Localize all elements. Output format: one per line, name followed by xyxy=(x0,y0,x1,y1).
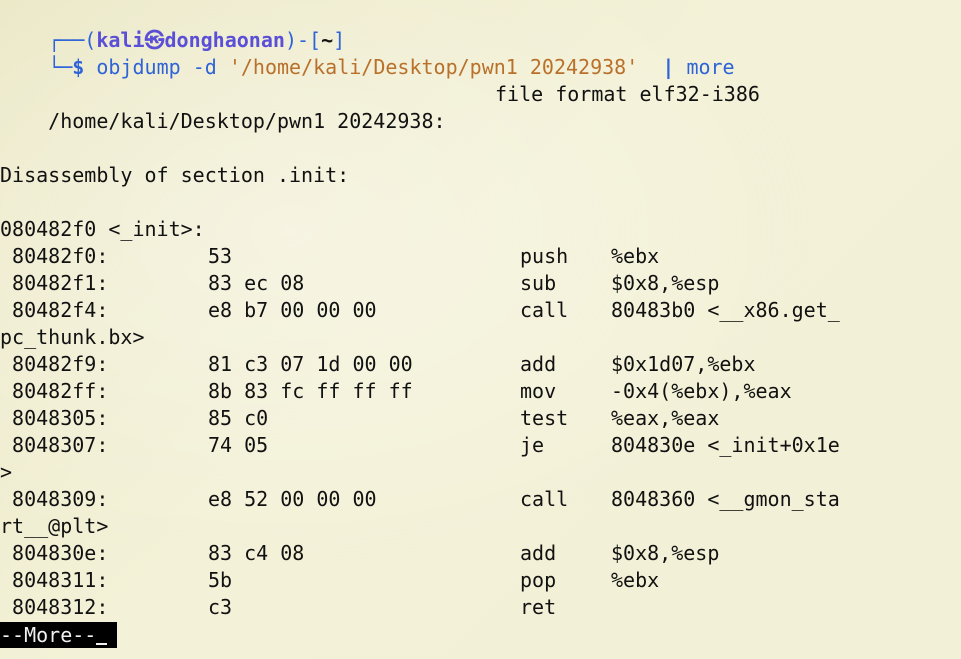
instruction-mnemonic: je xyxy=(520,433,545,457)
instruction-row: 8048305: 85 c0 test %eax,%eax xyxy=(0,405,961,432)
file-header-line: /home/kali/Desktop/pwn1 20242938: file f… xyxy=(0,81,760,133)
instruction-mnemonic: add xyxy=(520,352,557,376)
section-header: Disassembly of section .init: xyxy=(0,163,350,187)
text-cursor xyxy=(96,643,108,645)
instruction-row: 80482f0: 53 push %ebx xyxy=(0,243,961,270)
instruction-bytes: 74 05 xyxy=(208,433,269,457)
instruction-address: 80482f9: xyxy=(0,352,109,376)
instruction-address: 8048309: xyxy=(0,487,109,511)
instruction-address: 80482f0: xyxy=(0,244,109,268)
instruction-operands: $0x8,%esp xyxy=(611,541,720,565)
pager-more-prompt[interactable]: --More-- xyxy=(0,622,117,648)
instruction-bytes: 85 c0 xyxy=(208,406,269,430)
instruction-row: 8048311: 5b pop %ebx xyxy=(0,567,961,594)
instruction-mnemonic: call xyxy=(520,487,569,511)
file-header-path: /home/kali/Desktop/pwn1 20242938: xyxy=(48,109,446,133)
instruction-operands: 804830e <_init+0x1e xyxy=(611,433,840,457)
instruction-row: 80482f9: 81 c3 07 1d 00 00 add $0x1d07,%… xyxy=(0,351,961,378)
command-line: └─$ objdump -d '/home/kali/Desktop/pwn1 … xyxy=(0,27,734,79)
instruction-row: 80482f1: 83 ec 08 sub $0x8,%esp xyxy=(0,270,961,297)
instruction-address: 80482ff: xyxy=(0,379,109,403)
instruction-bytes: 83 c4 08 xyxy=(208,541,305,565)
instruction-mnemonic: sub xyxy=(520,271,557,295)
instruction-mnemonic: call xyxy=(520,298,569,322)
instruction-row: 80482f4: e8 b7 00 00 00 call 80483b0 <__… xyxy=(0,297,961,324)
command-path-arg: '/home/kali/Desktop/pwn1 20242938' xyxy=(228,55,639,79)
instruction-mnemonic: test xyxy=(520,406,569,430)
terminal-window[interactable]: ┌──(kali㉿donghaonan)-[~] └─$ objdump -d … xyxy=(0,0,961,659)
instruction-operands-wrap: > xyxy=(0,460,13,484)
file-header-format: file format elf32-i386 xyxy=(495,82,760,106)
instruction-address: 8048311: xyxy=(0,568,109,592)
instruction-row: 80482ff: 8b 83 fc ff ff ff mov -0x4(%ebx… xyxy=(0,378,961,405)
instruction-operands: -0x4(%ebx),%eax xyxy=(611,379,792,403)
command-pager: more xyxy=(686,55,735,79)
instruction-address: 80482f1: xyxy=(0,271,109,295)
instruction-operands: %eax,%eax xyxy=(611,406,720,430)
instruction-mnemonic: pop xyxy=(520,568,557,592)
instruction-address: 8048305: xyxy=(0,406,109,430)
function-header: 080482f0 <_init>: xyxy=(0,217,205,241)
instruction-address: 8048307: xyxy=(0,433,109,457)
prompt-corner: └─ xyxy=(48,55,73,79)
instruction-bytes: 81 c3 07 1d 00 00 xyxy=(208,352,413,376)
command-name: objdump xyxy=(96,55,181,79)
instruction-operands: %ebx xyxy=(611,244,660,268)
instruction-bytes: e8 52 00 00 00 xyxy=(208,487,377,511)
instruction-mnemonic: push xyxy=(520,244,569,268)
instruction-bytes: 53 xyxy=(208,244,233,268)
instruction-operands-wrap: rt__@plt> xyxy=(0,514,109,538)
prompt-dollar: $ xyxy=(72,55,85,79)
prompt-line-1: ┌──(kali㉿donghaonan)-[~] xyxy=(0,0,345,52)
instruction-bytes: 5b xyxy=(208,568,233,592)
instruction-mnemonic: mov xyxy=(520,379,557,403)
instruction-mnemonic: ret xyxy=(520,595,557,619)
instruction-operands: %ebx xyxy=(611,568,660,592)
instruction-operands-wrap: pc_thunk.bx> xyxy=(0,325,145,349)
instruction-row: 8048307: 74 05 je 804830e <_init+0x1e xyxy=(0,432,961,459)
instruction-bytes: c3 xyxy=(208,595,233,619)
instruction-operands: 8048360 <__gmon_sta xyxy=(611,487,840,511)
pager-status-text: --More-- xyxy=(0,623,97,647)
instruction-bytes: 83 ec 08 xyxy=(208,271,305,295)
command-pipe: | xyxy=(662,55,675,79)
instruction-address: 8048312: xyxy=(0,595,109,619)
instruction-operands: $0x1d07,%ebx xyxy=(611,352,756,376)
command-flag: -d xyxy=(192,55,217,79)
instruction-mnemonic: add xyxy=(520,541,557,565)
instruction-row: 8048309: e8 52 00 00 00 call 8048360 <__… xyxy=(0,486,961,513)
instruction-row: 804830e: 83 c4 08 add $0x8,%esp xyxy=(0,540,961,567)
instruction-operands: $0x8,%esp xyxy=(611,271,720,295)
instruction-bytes: e8 b7 00 00 00 xyxy=(208,298,377,322)
instruction-address: 80482f4: xyxy=(0,298,109,322)
instruction-bytes: 8b 83 fc ff ff ff xyxy=(208,379,413,403)
instruction-operands: 80483b0 <__x86.get_ xyxy=(611,298,840,322)
instruction-address: 804830e: xyxy=(0,541,109,565)
instruction-row: 8048312: c3 ret xyxy=(0,594,961,621)
